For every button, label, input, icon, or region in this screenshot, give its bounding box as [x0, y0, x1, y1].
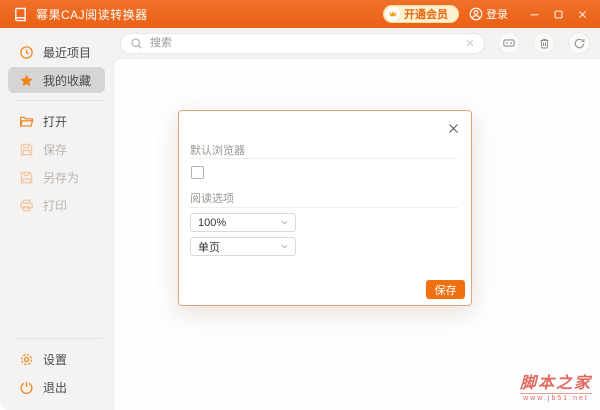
sidebar: 最近项目 我的收藏 打开 保存 另存为 打印 设置 退出 — [0, 28, 113, 410]
clear-search-icon[interactable] — [464, 37, 476, 49]
vip-membership-button[interactable]: 开通会员 — [383, 5, 459, 23]
save-icon — [19, 142, 34, 157]
app-window: 幂果CAJ阅读转换器 开通会员 登录 最近项目 我的收藏 打开 保存 另存为 打… — [0, 0, 600, 410]
sidebar-item-label: 设置 — [43, 352, 68, 367]
sidebar-divider — [16, 100, 103, 101]
printer-icon — [19, 198, 34, 213]
sidebar-item-recent[interactable]: 最近项目 — [8, 39, 105, 65]
sidebar-item-label: 最近项目 — [43, 45, 92, 60]
sidebar-item-label: 退出 — [43, 380, 68, 395]
login-button[interactable]: 登录 — [469, 6, 508, 22]
default-browser-label: 默认浏览器 — [190, 145, 245, 157]
toolbar — [113, 28, 600, 58]
star-icon — [19, 73, 34, 88]
maximize-button[interactable] — [548, 4, 568, 24]
default-browser-checkbox[interactable] — [191, 166, 204, 179]
page-mode-select-value: 单页 — [198, 241, 220, 254]
sidebar-item-label: 打印 — [43, 198, 68, 213]
sidebar-item-label: 打开 — [43, 114, 68, 129]
sidebar-item-label: 另存为 — [43, 170, 80, 185]
sidebar-item-label: 我的收藏 — [43, 73, 92, 88]
search-box[interactable] — [120, 32, 485, 54]
sidebar-item-save-as[interactable]: 另存为 — [8, 164, 105, 190]
gear-icon — [19, 352, 34, 367]
watermark-site-name: 脚本之家 — [519, 373, 592, 392]
refresh-button[interactable] — [568, 32, 590, 54]
login-label: 登录 — [486, 9, 508, 21]
zoom-select-value: 100% — [198, 216, 227, 229]
crown-icon — [386, 7, 400, 21]
folder-open-icon — [19, 114, 34, 129]
chevron-down-icon — [279, 241, 290, 252]
vip-label: 开通会员 — [404, 9, 448, 21]
clock-icon — [19, 45, 34, 60]
app-title: 幂果CAJ阅读转换器 — [36, 7, 148, 22]
titlebar: 幂果CAJ阅读转换器 开通会员 登录 — [0, 0, 600, 28]
reading-options-label: 阅读选项 — [190, 193, 234, 205]
close-button[interactable] — [572, 4, 592, 24]
sidebar-item-exit[interactable]: 退出 — [8, 374, 105, 400]
zoom-select[interactable]: 100% — [190, 213, 296, 232]
search-icon — [130, 37, 143, 50]
minimize-button[interactable] — [524, 4, 544, 24]
page-mode-select[interactable]: 单页 — [190, 237, 296, 256]
sidebar-item-favorites[interactable]: 我的收藏 — [8, 67, 105, 93]
chevron-down-icon — [279, 217, 290, 228]
dialog-close-icon[interactable] — [446, 121, 460, 135]
save-as-icon — [19, 170, 34, 185]
sidebar-item-open[interactable]: 打开 — [8, 108, 105, 134]
sidebar-item-label: 保存 — [43, 142, 68, 157]
app-logo-icon — [12, 6, 28, 22]
delete-button[interactable] — [533, 32, 555, 54]
refresh-icon — [573, 37, 586, 50]
sidebar-item-save[interactable]: 保存 — [8, 136, 105, 162]
card-icon — [502, 36, 516, 50]
trash-icon — [538, 37, 551, 50]
sidebar-footer-divider — [16, 338, 103, 339]
section-divider — [190, 158, 458, 159]
settings-dialog: 默认浏览器 阅读选项 100% 单页 保存 — [178, 110, 472, 306]
search-input[interactable] — [150, 37, 457, 49]
sidebar-item-print[interactable]: 打印 — [8, 192, 105, 218]
power-icon — [19, 380, 34, 395]
section-divider — [190, 207, 458, 208]
save-button[interactable]: 保存 — [426, 280, 465, 299]
person-icon — [469, 7, 483, 21]
batch-convert-button[interactable] — [498, 32, 520, 54]
watermark-site-url: www.jb51.net — [519, 393, 592, 402]
watermark: 脚本之家 www.jb51.net — [519, 373, 592, 402]
sidebar-item-settings[interactable]: 设置 — [8, 346, 105, 372]
